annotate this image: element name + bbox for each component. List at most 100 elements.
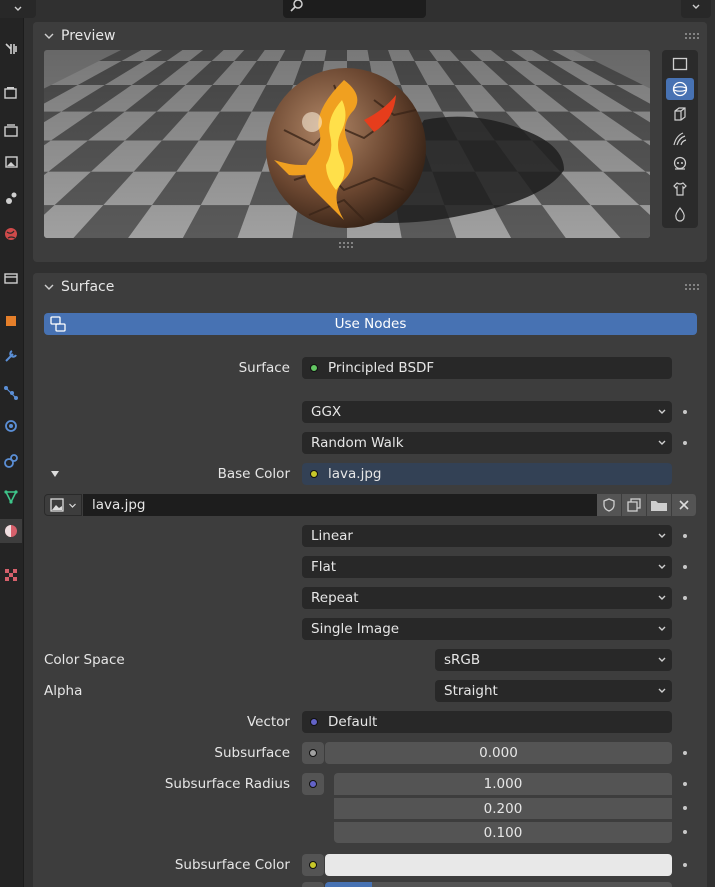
preview-hair-button[interactable] [666,128,694,150]
tab-view-layer[interactable] [0,150,22,174]
shield-icon [603,498,615,512]
cube-icon [674,107,686,121]
alpha-mode-value: Straight [444,683,498,699]
base-color-value: lava.jpg [328,466,382,482]
preview-plane-button[interactable] [666,53,694,75]
chevron-down-icon [69,503,76,508]
tab-tool[interactable] [0,37,22,61]
tab-render[interactable] [0,81,22,105]
editor-type-button[interactable] [0,0,36,18]
image-browse-button[interactable] [44,494,82,516]
keyframe-dot-icon[interactable] [683,534,687,538]
image-source-value: Single Image [311,621,400,637]
image-datablock-row: lava.jpg [44,494,697,516]
next-row-socket-button[interactable] [302,882,324,887]
preview-sphere-button[interactable] [666,78,694,100]
fluid-icon [675,207,685,222]
keyframe-dot-icon[interactable] [683,565,687,569]
tab-modifier[interactable] [0,344,22,368]
collection-icon [4,273,18,284]
tab-output[interactable] [0,118,22,142]
fake-user-button[interactable] [597,494,622,516]
keyframe-dot-icon[interactable] [683,751,687,755]
subsurface-method-dropdown[interactable]: Random Walk [302,432,672,454]
surface-shader-field[interactable]: Principled BSDF [302,357,672,379]
alpha-mode-dropdown[interactable]: Straight [435,680,672,702]
subsurface-color-socket-button[interactable] [302,854,324,876]
duplicate-image-button[interactable] [622,494,647,516]
node-tree-icon [50,316,66,332]
subsurface-label: Subsurface [214,745,290,761]
unlink-image-button[interactable] [672,494,697,516]
tab-material[interactable] [0,519,22,543]
color-space-dropdown[interactable]: sRGB [435,649,672,671]
distribution-dropdown[interactable]: GGX [302,401,672,423]
extension-dropdown[interactable]: Repeat [302,587,672,609]
preview-panel-header[interactable]: Preview [33,22,707,50]
surface-panel-header[interactable]: Surface [33,273,707,301]
alpha-label: Alpha [44,683,83,699]
open-image-button[interactable] [647,494,672,516]
subsurface-color-swatch[interactable] [325,854,672,876]
shader-socket-icon [310,364,318,372]
vector-value: Default [328,714,378,730]
image-name-input[interactable]: lava.jpg [83,494,640,516]
world-icon [5,228,17,240]
keyframe-dot-icon[interactable] [683,782,687,786]
tab-particles[interactable] [0,380,22,404]
float-socket-icon [309,749,317,757]
chevron-down-icon [658,626,666,631]
tab-object[interactable] [0,309,22,333]
tab-world[interactable] [0,222,22,246]
subsurface-radius-y-field[interactable]: 0.200 [334,797,672,819]
projection-dropdown[interactable]: Flat [302,556,672,578]
preview-panel-title: Preview [61,28,116,44]
preview-fluid-button[interactable] [666,203,694,225]
tab-texture[interactable] [0,563,22,587]
color-space-value: sRGB [444,652,481,668]
projection-value: Flat [311,559,337,575]
keyframe-dot-icon[interactable] [683,830,687,834]
vector-field[interactable]: Default [302,711,672,733]
use-nodes-button[interactable]: Use Nodes [44,313,697,335]
keyframe-dot-icon[interactable] [683,806,687,810]
drag-grip-icon[interactable] [685,32,699,40]
keyframe-dot-icon[interactable] [683,596,687,600]
texture-icon [5,569,17,581]
subsurface-radius-x-field[interactable]: 1.000 [334,773,672,795]
hair-icon [673,132,687,146]
use-nodes-label: Use Nodes [334,316,407,332]
keyframe-dot-icon[interactable] [683,441,687,445]
preview-monkey-button[interactable] [666,153,694,175]
image-source-dropdown[interactable]: Single Image [302,618,672,640]
interpolation-dropdown[interactable]: Linear [302,525,672,547]
output-icon [4,124,18,137]
modifier-icon [5,350,17,362]
drag-grip-icon[interactable] [685,283,699,291]
keyframe-dot-icon[interactable] [683,410,687,414]
chevron-down-icon [658,657,666,662]
preview-cloth-button[interactable] [666,178,694,200]
base-color-field[interactable]: lava.jpg [302,463,672,485]
subsurface-value-field[interactable]: 0.000 [325,742,672,764]
keyframe-dot-icon[interactable] [683,863,687,867]
tab-object-data[interactable] [0,484,22,508]
tab-constraints[interactable] [0,449,22,473]
subsurface-socket-button[interactable] [302,742,324,764]
cloth-icon [673,182,687,196]
chevron-down-icon [658,688,666,693]
tab-physics[interactable] [0,413,22,437]
subsurface-radius-socket-button[interactable] [302,773,324,795]
subsurface-radius-z-field[interactable]: 0.100 [334,821,672,843]
resize-grip-icon[interactable] [339,241,353,249]
subsurface-radius-label: Subsurface Radius [164,776,290,792]
next-row-slider[interactable] [325,882,672,887]
view-layer-icon [5,156,18,168]
base-color-label: Base Color [217,466,290,482]
search-input[interactable] [283,0,426,18]
preview-cube-button[interactable] [666,103,694,125]
tab-collection[interactable] [0,266,22,290]
tab-scene[interactable] [0,186,22,210]
options-dropdown[interactable] [681,0,711,18]
preview-panel: Preview [33,22,707,262]
